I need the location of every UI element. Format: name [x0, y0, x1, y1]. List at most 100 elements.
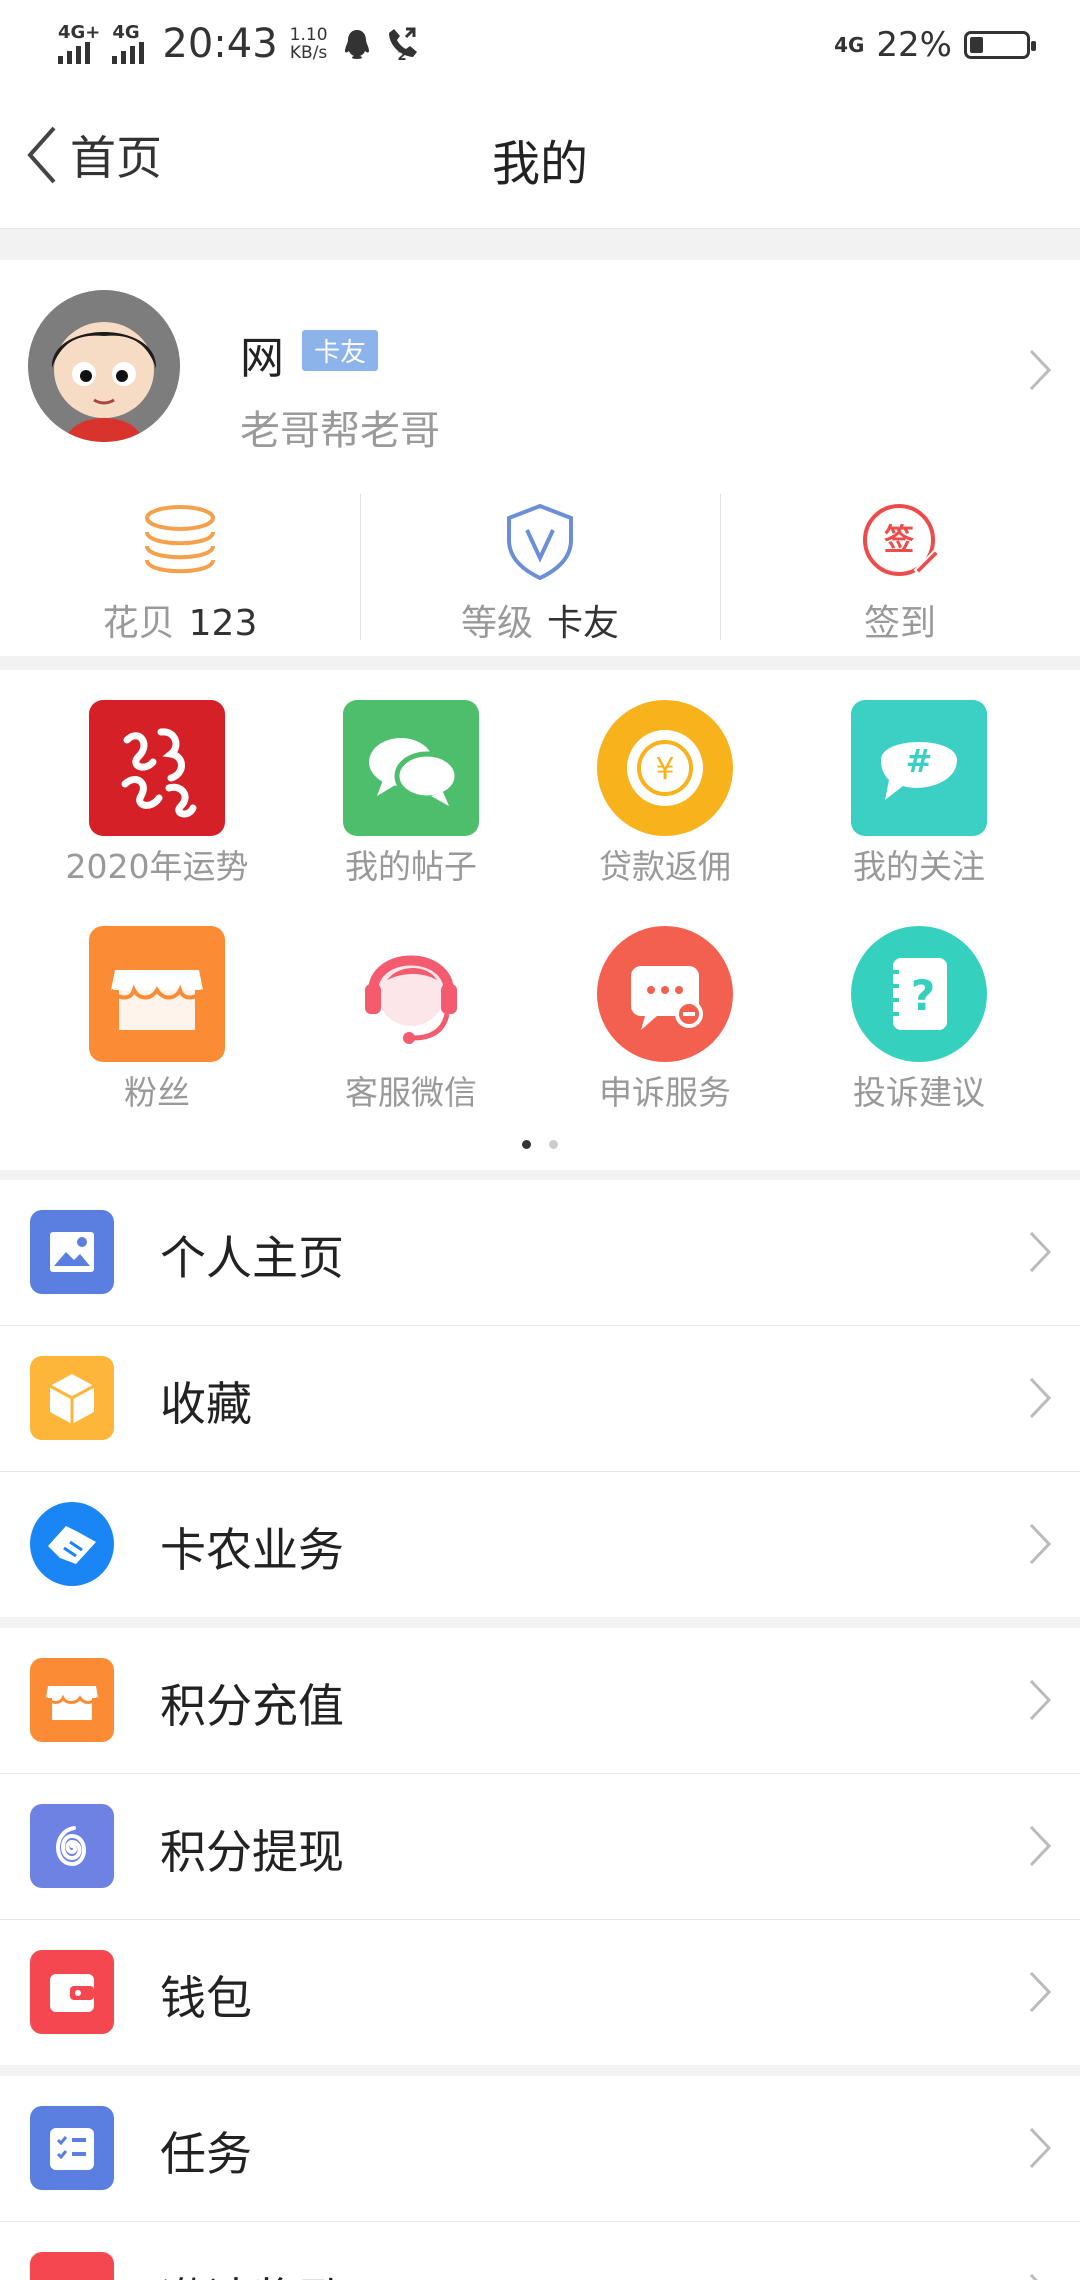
- menu-group-1: 个人主页 收藏 卡农业务: [0, 1180, 1080, 1617]
- nav-bar: 首页 我的: [0, 88, 1080, 229]
- level-badge: 卡友: [302, 330, 379, 371]
- fortune-icon: [121, 728, 197, 818]
- call-indicator: 2: [386, 25, 420, 64]
- store-icon: [109, 970, 205, 1030]
- chevron-right-icon: [1029, 349, 1052, 391]
- signal-bars-icon: [112, 42, 145, 64]
- menu-label: 个人主页: [160, 1231, 344, 1285]
- chevron-right-icon: [1029, 2273, 1038, 2280]
- grid-item-loan-rebate[interactable]: ¥ 贷款返佣: [540, 700, 790, 890]
- page-title: 我的: [491, 136, 588, 192]
- menu-label: 收藏: [160, 1377, 252, 1431]
- headset-icon: [365, 955, 457, 1044]
- signal-indicator-2: 4G: [112, 24, 145, 64]
- grid-label: 申诉服务: [599, 1073, 731, 1112]
- shield-icon: [507, 503, 573, 581]
- stat-label: 花贝: [102, 603, 175, 644]
- menu-group-3: 任务 邀请奖励: [0, 2076, 1080, 2280]
- grid-item-appeal-service[interactable]: 申诉服务: [540, 926, 790, 1116]
- sign-in-icon: 签: [863, 504, 941, 576]
- menu-item-invite-reward[interactable]: 邀请奖励: [0, 2222, 1080, 2280]
- svg-text:?: ?: [911, 971, 935, 1020]
- grid-label: 2020年运势: [65, 847, 249, 886]
- menu-label: 积分充值: [160, 1679, 344, 1733]
- menu-item-tasks[interactable]: 任务: [0, 2076, 1080, 2222]
- chevron-right-icon: [1029, 1377, 1052, 1419]
- coins-icon: [145, 505, 215, 574]
- stat-sign-in[interactable]: 签 签到: [720, 478, 1080, 656]
- stat-value: 卡友: [547, 603, 620, 644]
- chat-dots-icon: [631, 966, 703, 1030]
- chevron-right-icon: [1029, 1231, 1052, 1273]
- qq-icon: [344, 30, 369, 59]
- chevron-right-icon: [1029, 1523, 1052, 1565]
- wallet-icon: [50, 1974, 94, 2012]
- chevron-right-icon: [1029, 2127, 1052, 2169]
- pager-dot-active[interactable]: [522, 1140, 531, 1149]
- svg-text:#: #: [906, 742, 933, 780]
- menu-group-2: 积分充值 积分提现 钱包: [0, 1628, 1080, 2065]
- network-speed: 1.10 KB/s: [289, 25, 328, 63]
- grid-item-my-posts[interactable]: 我的帖子: [286, 700, 536, 890]
- spiral-icon: [56, 1826, 86, 1867]
- avatar-image: [28, 290, 180, 442]
- cube-icon: [49, 1374, 95, 1424]
- stat-level[interactable]: 等级 卡友: [360, 478, 720, 656]
- menu-item-points-recharge[interactable]: 积分充值: [0, 1628, 1080, 1774]
- yuan-coin-icon: ¥: [627, 730, 703, 806]
- menu-label: 钱包: [160, 1971, 252, 2025]
- pager-dot[interactable]: [549, 1140, 558, 1149]
- shop-icon: [44, 1686, 100, 1720]
- network-type: 4G: [834, 33, 865, 57]
- battery-icon: [964, 31, 1036, 59]
- image-icon: [50, 1232, 94, 1272]
- stat-huabei[interactable]: 花贝 123: [0, 478, 360, 656]
- grid-item-my-follows[interactable]: # 我的关注: [794, 700, 1044, 890]
- grid-label: 客服微信: [345, 1073, 477, 1112]
- grid-label: 粉丝: [124, 1073, 190, 1112]
- profile-name: 网: [240, 333, 284, 384]
- chevron-right-icon: [1029, 1971, 1052, 2013]
- profile-subtitle: 老哥帮老哥: [240, 408, 440, 454]
- menu-item-profile-home[interactable]: 个人主页: [0, 1180, 1080, 1326]
- signal-bars-icon: [58, 42, 90, 64]
- stat-value: 123: [188, 603, 258, 644]
- grid-item-fortune[interactable]: 2020年运势: [32, 700, 282, 890]
- grid-item-service-wechat[interactable]: 客服微信: [286, 926, 536, 1116]
- hashtag-icon: #: [881, 742, 957, 800]
- signal-indicator-1: 4G+: [58, 24, 100, 64]
- menu-item-favorites[interactable]: 收藏: [0, 1326, 1080, 1472]
- grid-item-fans[interactable]: 粉丝: [32, 926, 282, 1116]
- avatar: [28, 290, 180, 442]
- feature-grid: 2020年运势 我的帖子 ¥ 贷款返佣 # 我的关注 粉丝 客服微信 申诉服务 …: [0, 670, 1080, 1170]
- svg-text:签: 签: [884, 523, 914, 558]
- chevron-right-icon: [1029, 1825, 1052, 1867]
- gift-icon: [30, 2252, 114, 2280]
- menu-label: 卡农业务: [160, 1523, 344, 1577]
- handshake-icon: [48, 1526, 96, 1564]
- question-book-icon: ?: [889, 958, 947, 1030]
- menu-label: 任务: [160, 2127, 252, 2181]
- grid-item-complaints[interactable]: ? 投诉建议: [794, 926, 1044, 1116]
- stat-label: 等级: [460, 603, 533, 644]
- menu-label: 邀请奖励: [160, 2264, 344, 2280]
- profile-card[interactable]: 网 卡友 老哥帮老哥: [0, 260, 1080, 479]
- pager-dots: [0, 1140, 1080, 1149]
- grid-label: 贷款返佣: [599, 847, 731, 886]
- status-bar: 4G+ 4G 20:43 1.10 KB/s 2 4G 22%: [0, 0, 1080, 88]
- stats-bar: 花贝 123 等级 卡友 签 签到: [0, 478, 1080, 656]
- menu-label: 积分提现: [160, 1825, 344, 1879]
- clock: 20:43: [162, 21, 278, 67]
- stat-label: 签到: [863, 603, 936, 644]
- menu-item-points-withdraw[interactable]: 积分提现: [0, 1774, 1080, 1920]
- grid-label: 我的帖子: [345, 847, 477, 886]
- grid-label: 我的关注: [853, 847, 985, 886]
- menu-item-wallet[interactable]: 钱包: [0, 1920, 1080, 2065]
- tasks-icon: [50, 2128, 94, 2170]
- battery-percent: 22%: [876, 25, 952, 65]
- svg-text:¥: ¥: [655, 752, 674, 787]
- grid-label: 投诉建议: [853, 1073, 985, 1112]
- chevron-right-icon: [1029, 1679, 1052, 1721]
- posts-icon: [369, 738, 460, 806]
- menu-item-kanong-business[interactable]: 卡农业务: [0, 1472, 1080, 1617]
